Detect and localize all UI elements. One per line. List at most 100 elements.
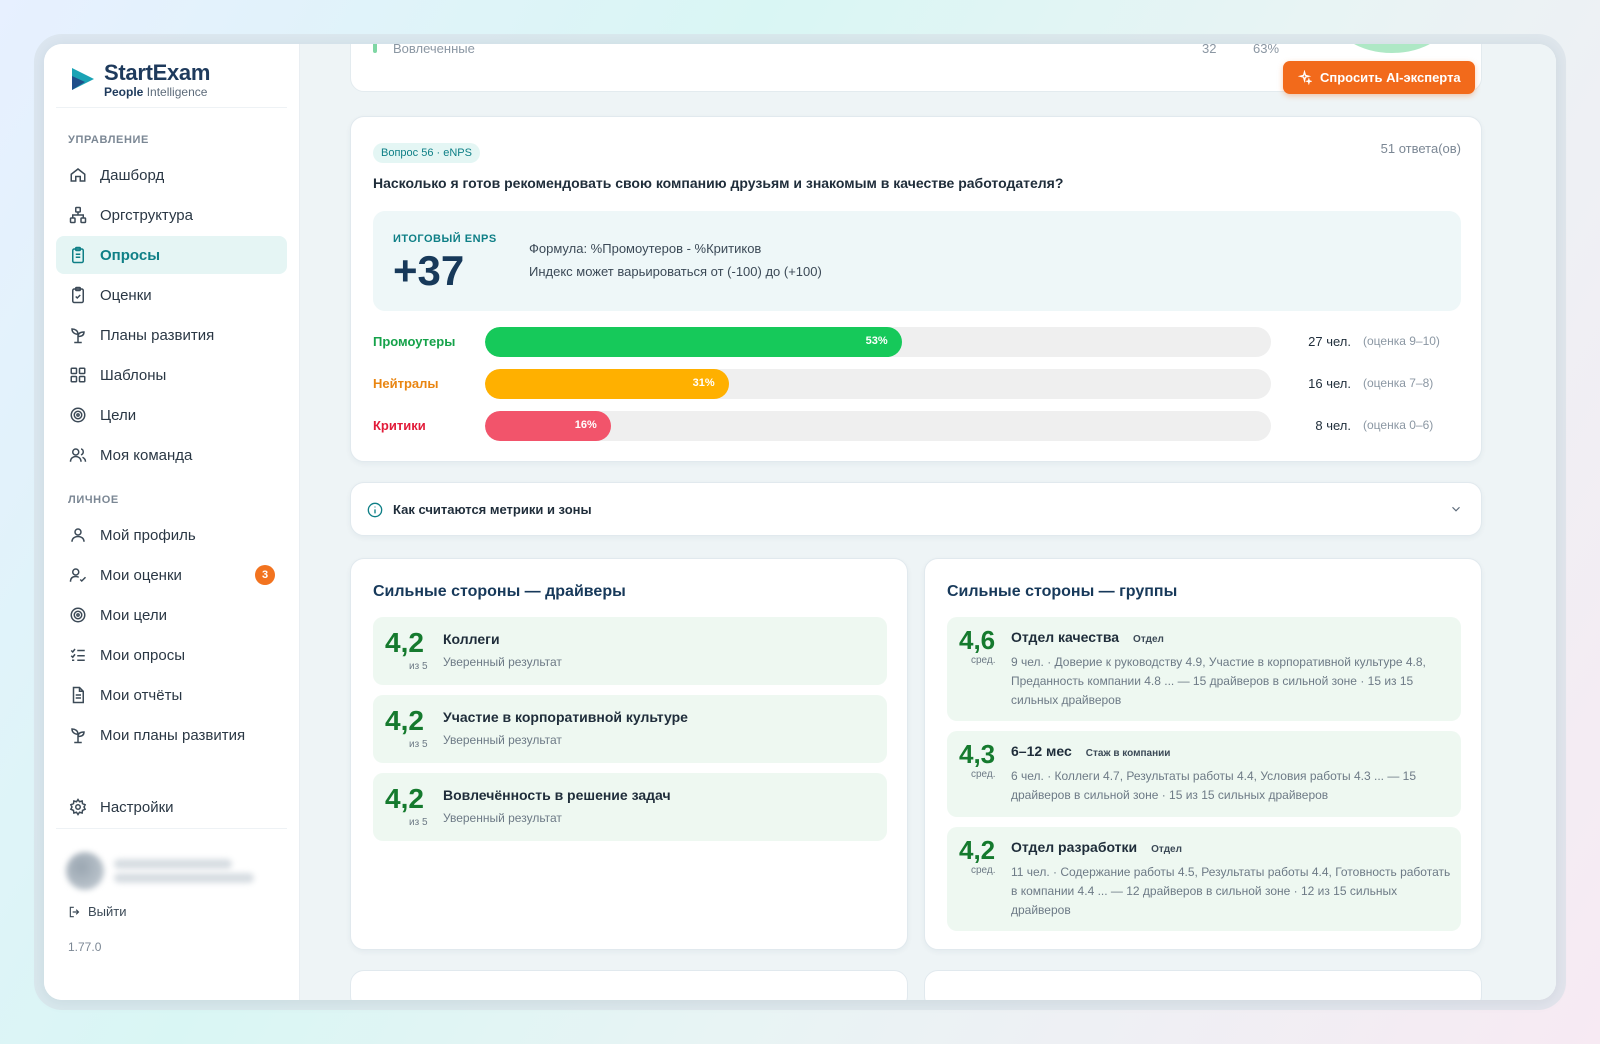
sidebar-item-assessments[interactable]: Оценки	[56, 276, 287, 314]
sidebar-item-settings[interactable]: Настройки	[56, 788, 287, 826]
driver-score: 4,2	[385, 627, 424, 658]
brand-name: StartExam	[104, 59, 211, 85]
strong-groups-title: Сильные стороны — группы	[947, 583, 1178, 600]
enps-card: Вопрос 56 · eNPS 51 ответа(ов) Насколько…	[350, 116, 1482, 462]
strong-groups-card: Сильные стороны — группы 4,6 сред. Отдел…	[924, 558, 1482, 950]
sidebar-item-label: Мои опросы	[100, 646, 185, 664]
chevron-down-icon[interactable]	[1449, 502, 1463, 516]
chart-fragment	[1332, 44, 1452, 53]
sidebar-item-templates[interactable]: Шаблоны	[56, 356, 287, 394]
driver-score: 4,2	[385, 783, 424, 814]
ask-ai-expert-button[interactable]: Спросить AI-эксперта	[1283, 61, 1475, 94]
group-score-sub: сред.	[971, 655, 996, 666]
enps-row-label: Промоутеры	[373, 334, 456, 349]
sidebar-divider	[56, 828, 287, 829]
sidebar-item-goals[interactable]: Цели	[56, 396, 287, 434]
sidebar-item-label: Мой профиль	[100, 526, 196, 544]
grid-icon	[68, 365, 88, 385]
driver-score-scale: из 5	[409, 661, 428, 672]
driver-item[interactable]: 4,2 из 5 Вовлечённость в решение задач У…	[373, 773, 887, 841]
sidebar-item-my-surveys[interactable]: Мои опросы	[56, 636, 287, 674]
sidebar-item-surveys[interactable]: Опросы	[56, 236, 287, 274]
enps-row-count: 8 чел.	[1315, 418, 1351, 433]
driver-score-scale: из 5	[409, 817, 428, 828]
group-score: 4,3	[959, 739, 996, 769]
sidebar: StartExam People Intelligence Управление…	[44, 44, 300, 1000]
engaged-count: 32	[1202, 44, 1217, 56]
group-score-sub: сред.	[971, 769, 996, 780]
logo-icon	[72, 67, 94, 90]
sidebar-item-dashboard[interactable]: Дашборд	[56, 156, 287, 194]
sidebar-item-label: Планы развития	[100, 326, 215, 344]
sidebar-item-label: Цели	[100, 406, 137, 424]
target-icon	[68, 605, 88, 625]
sidebar-item-label: Оргструктура	[100, 206, 193, 224]
group-type: Отдел	[1151, 844, 1182, 855]
sidebar-item-my-team[interactable]: Моя команда	[56, 436, 287, 474]
team-icon	[68, 445, 88, 465]
logout-button[interactable]: Выйти	[68, 904, 127, 919]
home-icon	[68, 165, 88, 185]
metrics-info-accordion[interactable]: Как считаются метрики и зоны	[350, 482, 1482, 536]
app-version: 1.77.0	[68, 940, 102, 954]
enps-row-promoters: Промоутеры 53% 27 чел. (оценка 9–10)	[373, 327, 1461, 357]
next-card-peek-right	[924, 970, 1482, 1000]
sidebar-item-my-development-plans[interactable]: Мои планы развития	[56, 716, 287, 754]
enps-row-range: (оценка 9–10)	[1363, 334, 1440, 348]
progress-fill: 16%	[485, 411, 611, 441]
enps-row-count: 27 чел.	[1308, 334, 1351, 349]
main-content: Вовлеченные 32 63% Спросить AI-эксперта …	[300, 44, 1556, 1000]
nav-section-manage: Управление	[68, 134, 149, 146]
group-score: 4,2	[959, 835, 996, 865]
sidebar-item-label: Дашборд	[100, 166, 165, 184]
enps-row-range: (оценка 0–6)	[1363, 418, 1434, 432]
enps-row-neutrals: Нейтралы 31% 16 чел. (оценка 7–8)	[373, 369, 1461, 399]
sidebar-item-label: Оценки	[100, 286, 152, 304]
group-item[interactable]: 4,2 сред. Отдел разработки Отдел 11 чел.…	[947, 827, 1461, 931]
sidebar-item-label: Мои отчёты	[100, 686, 183, 704]
sidebar-item-my-reports[interactable]: Мои отчёты	[56, 676, 287, 714]
enps-range-note: Индекс может варьироваться от (-100) до …	[529, 264, 822, 279]
progress-percent: 31%	[692, 377, 715, 389]
strong-drivers-title: Сильные стороны — драйверы	[373, 583, 626, 600]
progress-percent: 16%	[574, 419, 597, 431]
driver-score-scale: из 5	[409, 739, 428, 750]
user-icon	[68, 525, 88, 545]
logout-label: Выйти	[88, 904, 127, 919]
group-name: Отдел разработки	[1011, 839, 1138, 855]
sidebar-item-development-plans[interactable]: Планы развития	[56, 316, 287, 354]
driver-item[interactable]: 4,2 из 5 Коллеги Уверенный результат	[373, 617, 887, 685]
logout-icon	[68, 905, 82, 919]
enps-score-label: ИТОГОВЫЙ ENPS	[393, 233, 497, 245]
strong-drivers-card: Сильные стороны — драйверы 4,2 из 5 Колл…	[350, 558, 908, 950]
group-item[interactable]: 4,6 сред. Отдел качества Отдел 9 чел. · …	[947, 617, 1461, 721]
metrics-info-label: Как считаются метрики и зоны	[393, 502, 592, 517]
sidebar-item-my-profile[interactable]: Мой профиль	[56, 516, 287, 554]
checklist-icon	[68, 645, 88, 665]
sidebar-item-label: Настройки	[100, 798, 174, 816]
driver-item[interactable]: 4,2 из 5 Участие в корпоративной культур…	[373, 695, 887, 763]
group-description: 11 чел. · Содержание работы 4.5, Результ…	[1011, 865, 1451, 917]
ask-ai-expert-label: Спросить AI-эксперта	[1320, 70, 1461, 85]
driver-name: Вовлечённость в решение задач	[443, 787, 671, 803]
group-description: 6 чел. · Коллеги 4.7, Результаты работы …	[1011, 769, 1417, 802]
enps-row-count: 16 чел.	[1308, 376, 1351, 391]
sidebar-item-label: Шаблоны	[100, 366, 167, 384]
sidebar-item-label: Мои планы развития	[100, 726, 246, 744]
answers-count: 51 ответа(ов)	[1380, 141, 1461, 156]
enps-row-label: Критики	[373, 418, 426, 433]
driver-description: Уверенный результат	[443, 733, 562, 747]
group-item[interactable]: 4,3 сред. 6–12 мес Стаж в компании 6 чел…	[947, 731, 1461, 817]
progress-percent: 53%	[865, 335, 888, 347]
driver-name: Участие в корпоративной культуре	[443, 709, 688, 725]
gear-icon	[68, 797, 88, 817]
next-card-peek-left	[350, 970, 908, 1000]
sidebar-item-orgstructure[interactable]: Оргструктура	[56, 196, 287, 234]
sidebar-item-my-assessments[interactable]: Мои оценки 3	[56, 556, 287, 594]
sidebar-item-label: Мои цели	[100, 606, 167, 624]
sidebar-item-my-goals[interactable]: Мои цели	[56, 596, 287, 634]
clipboard-check-icon	[68, 285, 88, 305]
brand[interactable]: StartExam People Intelligence	[56, 44, 287, 108]
user-card[interactable]	[66, 852, 254, 890]
sprout-icon	[68, 725, 88, 745]
